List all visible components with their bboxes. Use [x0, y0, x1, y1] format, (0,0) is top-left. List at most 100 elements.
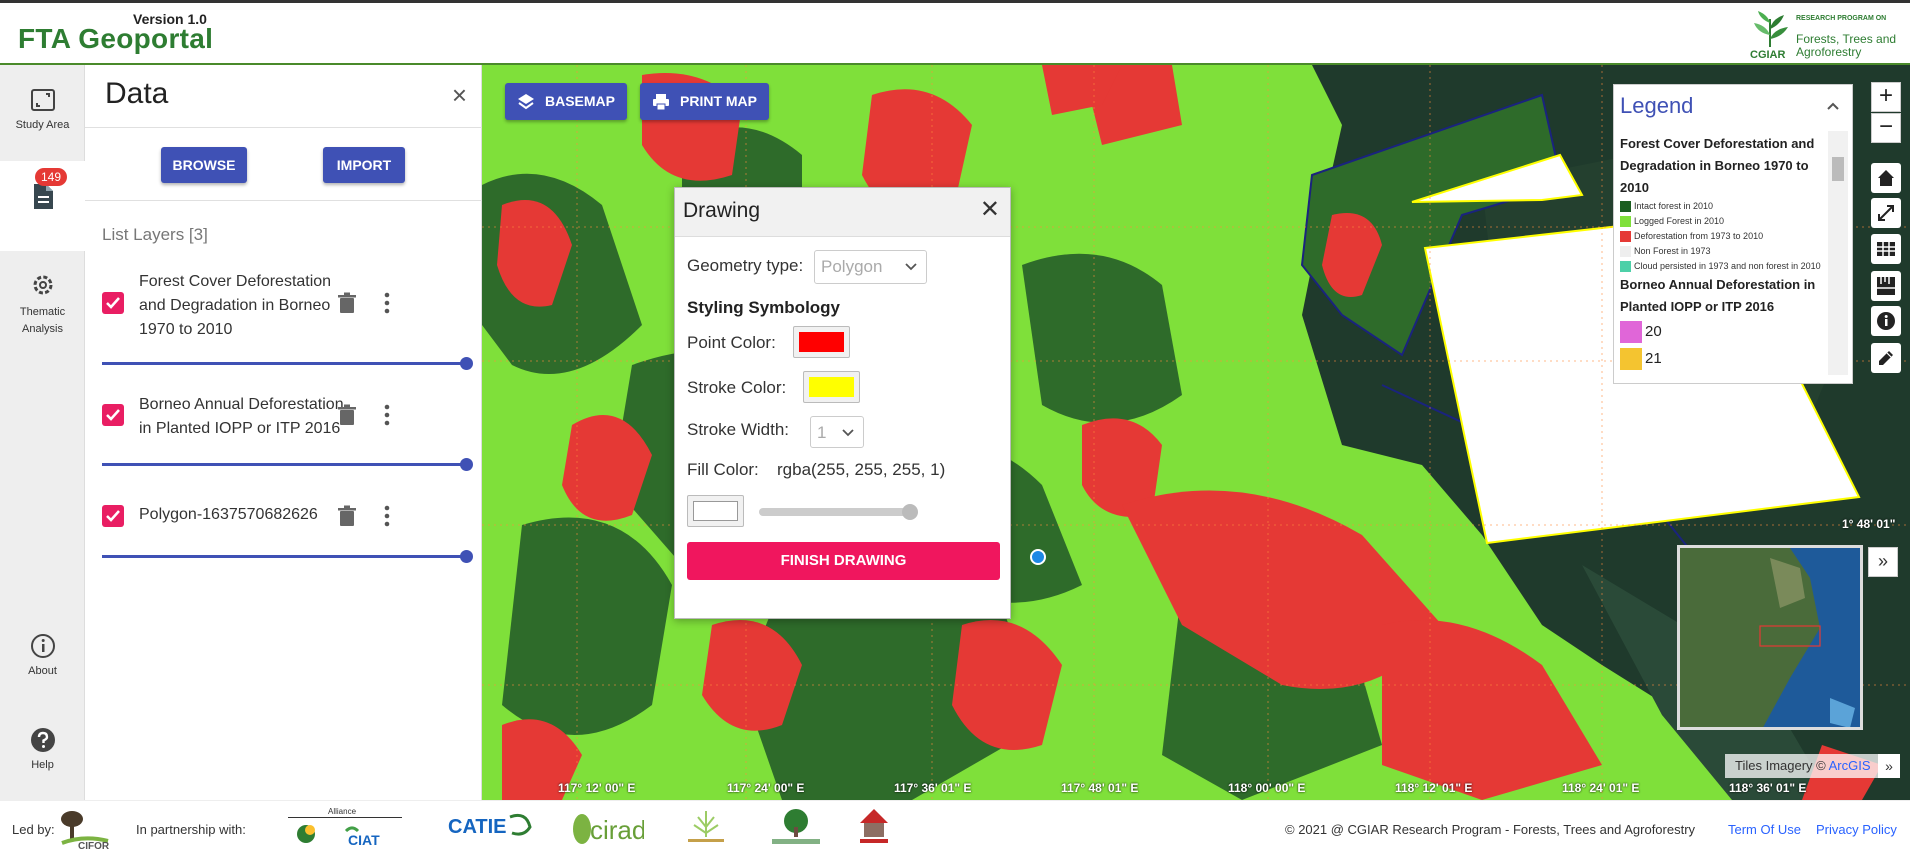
partner-logo-alliance[interactable]: Alliance CIAT [288, 807, 402, 848]
import-button[interactable]: IMPORT [323, 147, 405, 183]
drawing-dialog-header[interactable]: Drawing ✕ [675, 188, 1010, 237]
grid-tool[interactable] [1871, 234, 1901, 264]
legend-item: 20 [1620, 318, 1830, 345]
cgiar-org-text: CGIAR [1750, 49, 1786, 61]
rail-thematic-analysis[interactable]: Thematic Analysis [0, 270, 85, 338]
legend-scrollbar[interactable] [1828, 131, 1848, 375]
fill-opacity-knob[interactable] [902, 504, 918, 520]
legend-item-label: Cloud persisted in 1973 and non forest i… [1634, 261, 1821, 271]
legend-item-label: Non Forest in 1973 [1634, 246, 1711, 256]
info-icon [1877, 312, 1895, 330]
legend-item-label: 21 [1645, 350, 1662, 367]
home-icon [1878, 170, 1894, 186]
legend-item-label: Logged Forest in 2010 [1634, 216, 1725, 226]
privacy-policy-link[interactable]: Privacy Policy [1816, 822, 1897, 837]
inbar-logo-icon [688, 811, 724, 842]
trash-icon[interactable] [337, 505, 357, 527]
point-color-label: Point Color: [687, 333, 776, 352]
panel-close-button[interactable]: × [452, 82, 467, 108]
point-color-picker[interactable] [793, 326, 850, 358]
rail-study-area[interactable]: Study Area [0, 85, 85, 131]
more-options-icon[interactable] [382, 292, 392, 314]
catie-logo-icon: CATIE [448, 813, 532, 838]
partner-logo-cirad[interactable]: cirad [570, 807, 646, 847]
overview-map[interactable] [1677, 545, 1863, 730]
draw-tool[interactable] [1871, 343, 1901, 373]
fill-color-label: Fill Color: [687, 460, 759, 479]
basemap-button[interactable]: BASEMAP [505, 83, 628, 120]
latitude-label: 1° 48' 01" [1842, 517, 1896, 531]
partner-logo-inbar[interactable] [680, 807, 732, 847]
slider-knob[interactable] [460, 550, 473, 563]
more-options-icon[interactable] [382, 505, 392, 527]
partner-logo-tropenbos[interactable] [770, 807, 822, 847]
fill-color-value: rgba(255, 255, 255, 1) [777, 460, 946, 479]
rail-help-label: Help [31, 759, 54, 771]
rail-about[interactable]: About [0, 631, 85, 677]
rail-help[interactable]: Help [0, 725, 85, 771]
study-area-icon [30, 89, 55, 111]
home-tool[interactable] [1871, 163, 1901, 193]
cifor-logo[interactable]: CIFOR [58, 807, 112, 852]
legend-swatch [1620, 231, 1631, 242]
partner-logo-catie[interactable]: CATIE [446, 807, 534, 847]
list-layers-title: List Layers [3] [102, 225, 208, 244]
chevron-up-icon[interactable] [1826, 101, 1840, 111]
identify-tool[interactable] [1871, 306, 1901, 336]
rail-thematic-label: Thematic Analysis [19, 306, 66, 335]
terms-of-use-link[interactable]: Term Of Use [1728, 822, 1801, 837]
basemap-label: BASEMAP [545, 93, 616, 109]
attribution-toggle-button[interactable]: » [1878, 754, 1900, 778]
point-color-swatch [799, 332, 844, 352]
stroke-width-select[interactable]: 1 [810, 416, 864, 448]
layer-name: Borneo Annual Deforestation in Planted I… [139, 396, 344, 437]
check-icon [106, 297, 120, 309]
gear-icon [33, 275, 52, 295]
layer-visibility-checkbox[interactable] [102, 292, 124, 314]
layer-visibility-checkbox[interactable] [102, 404, 124, 426]
print-map-button[interactable]: PRINT MAP [640, 83, 769, 120]
browse-button[interactable]: BROWSE [161, 147, 247, 183]
zoom-out-button[interactable]: − [1871, 113, 1901, 143]
layer-opacity-slider[interactable] [102, 357, 473, 370]
geometry-type-select[interactable]: Polygon [814, 250, 927, 284]
partner-logo-world-agroforestry[interactable] [856, 807, 892, 847]
slider-knob[interactable] [460, 458, 473, 471]
legend-swatch [1620, 216, 1631, 227]
fullscreen-tool[interactable] [1871, 198, 1901, 228]
cgiar-fta-logo[interactable]: CGIAR RESEARCH PROGRAM ON Forests, Trees… [1748, 9, 1900, 61]
tropenbos-logo-icon [772, 809, 820, 844]
legend-swatch [1620, 246, 1631, 257]
legend-item: 21 [1620, 345, 1830, 372]
legend-swatch [1620, 261, 1631, 272]
slider-knob[interactable] [460, 357, 473, 370]
drawing-dialog: Drawing ✕ Geometry type: Polygon Styling… [674, 187, 1011, 619]
footer: Led by: CIFOR In partnership with: Allia… [0, 800, 1910, 857]
fill-color-picker[interactable] [687, 495, 744, 527]
legend-item-label: Deforestation from 1973 to 2010 [1634, 231, 1764, 241]
drawing-close-button[interactable]: ✕ [980, 198, 1000, 222]
world-agroforestry-logo-icon [860, 809, 888, 843]
stroke-color-picker[interactable] [803, 371, 860, 403]
trash-icon[interactable] [337, 404, 357, 426]
stroke-color-label: Stroke Color: [687, 378, 787, 397]
longitude-label: 118° 36' 01" E [1729, 781, 1807, 795]
trash-icon[interactable] [337, 292, 357, 314]
layer-opacity-slider[interactable] [102, 458, 473, 471]
arcgis-link[interactable]: ArcGIS [1829, 758, 1871, 773]
finish-drawing-button[interactable]: FINISH DRAWING [687, 542, 1000, 580]
svg-text:CATIE: CATIE [448, 816, 507, 838]
legend-scroll-thumb[interactable] [1832, 157, 1844, 181]
more-options-icon[interactable] [382, 404, 392, 426]
geometry-type-value: Polygon [821, 257, 883, 276]
layer-visibility-checkbox[interactable] [102, 505, 124, 527]
measure-tool[interactable] [1871, 271, 1901, 301]
drawing-dialog-title: Drawing [683, 199, 761, 222]
app-title[interactable]: FTA Geoportal [18, 23, 213, 55]
zoom-in-button[interactable]: + [1871, 82, 1901, 112]
fill-opacity-slider[interactable] [759, 504, 918, 520]
overview-imagery [1680, 548, 1860, 727]
layer-opacity-slider[interactable] [102, 550, 473, 563]
overview-toggle-button[interactable]: » [1868, 547, 1898, 577]
longitude-label: 117° 24' 00" E [727, 781, 805, 795]
